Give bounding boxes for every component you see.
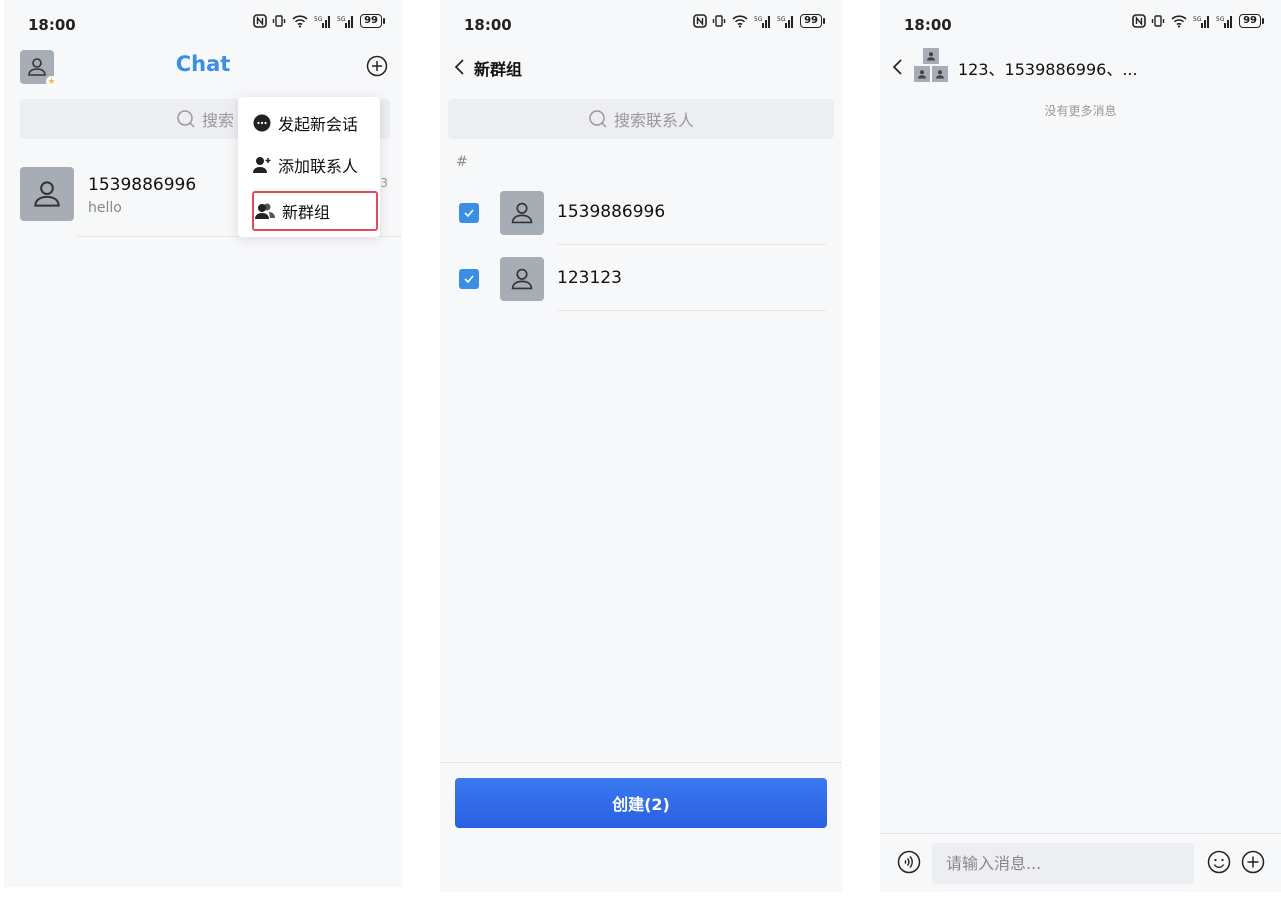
back-arrow-icon[interactable] [452, 57, 468, 77]
contact-name: 123123 [557, 268, 622, 288]
menu-item-new-chat[interactable]: 发起新会话 [238, 103, 380, 143]
system-icons: 5G 5G 99 [1132, 14, 1264, 28]
contact-row[interactable]: 123123 [440, 245, 842, 311]
chat-list-screen: 18:00 5G 5G 99 ★ Chat 搜索 1539886996 hell… [4, 0, 402, 887]
create-group-button[interactable]: 创建(2) [455, 778, 827, 828]
section-header: # [456, 154, 468, 170]
user-icon [927, 52, 935, 61]
status-bar: 18:00 5G 5G 99 [4, 0, 402, 48]
popup-menu: 发起新会话 添加联系人 新群组 [238, 97, 380, 237]
voice-icon[interactable] [897, 850, 921, 874]
svg-text:5G: 5G [777, 16, 786, 23]
svg-text:5G: 5G [1193, 16, 1202, 23]
svg-text:5G: 5G [314, 16, 323, 23]
user-icon [511, 202, 533, 224]
avatar [500, 191, 544, 235]
new-group-screen: 18:00 5G 5G 99 新群组 搜索联系人 # 1539886996 12… [440, 0, 842, 892]
app-title: Chat [175, 52, 231, 76]
signal-icon: 5G [777, 16, 794, 28]
menu-item-label: 添加联系人 [278, 157, 359, 176]
nfc-icon [253, 14, 267, 28]
member-avatar [932, 66, 948, 82]
vibrate-icon [712, 15, 726, 27]
battery-indicator: 99 [800, 14, 825, 28]
add-circle-icon[interactable] [1241, 850, 1265, 874]
conversation-name: 1539886996 [88, 175, 197, 195]
add-circle-icon[interactable] [366, 55, 388, 77]
wifi-icon [1171, 15, 1187, 28]
wifi-icon [732, 15, 748, 28]
avatar [20, 167, 74, 221]
chat-bubble-icon [253, 114, 271, 132]
chat-title: 123、1539886996、... [958, 60, 1138, 79]
status-time: 18:00 [904, 16, 952, 34]
nfc-icon [693, 14, 707, 28]
divider [557, 310, 826, 311]
vibrate-icon [272, 15, 286, 27]
signal-icon: 5G [754, 16, 771, 28]
no-more-messages: 没有更多消息 [1044, 104, 1117, 118]
menu-item-add-contact[interactable]: 添加联系人 [238, 145, 380, 185]
back-arrow-icon[interactable] [890, 57, 906, 77]
contact-name: 1539886996 [557, 202, 666, 222]
conversation-time: 3 [380, 176, 388, 190]
status-bar: 18:00 5G 5G 99 [440, 0, 842, 48]
search-icon [589, 110, 607, 128]
contact-search-bar[interactable]: 搜索联系人 [448, 99, 834, 139]
user-icon [936, 70, 944, 79]
member-avatar [923, 48, 939, 64]
check-icon [464, 209, 474, 218]
vibrate-icon [1151, 15, 1165, 27]
menu-item-new-group[interactable]: 新群组 [252, 191, 378, 231]
group-avatar [914, 48, 948, 82]
star-icon: ★ [46, 76, 57, 87]
message-input[interactable] [932, 843, 1194, 884]
svg-text:5G: 5G [1216, 16, 1225, 23]
menu-item-label: 新群组 [282, 203, 331, 222]
menu-item-label: 发起新会话 [278, 115, 359, 134]
signal-icon: 5G [337, 16, 354, 28]
user-icon [34, 181, 60, 207]
nfc-icon [1132, 14, 1146, 28]
user-icon [511, 268, 533, 290]
status-time: 18:00 [28, 16, 76, 34]
group-chat-screen: 18:00 5G 5G 99 123、1539886996、... 没有更多消息 [880, 0, 1281, 892]
message-input-bar [880, 833, 1281, 892]
svg-text:5G: 5G [337, 16, 346, 23]
conversation-last-message: hello [88, 200, 122, 216]
search-placeholder: 搜索 [201, 111, 234, 130]
divider [440, 762, 842, 763]
add-user-icon [253, 157, 271, 173]
contact-checkbox[interactable] [459, 269, 479, 289]
emoji-icon[interactable] [1207, 850, 1231, 874]
battery-indicator: 99 [1239, 14, 1264, 28]
search-icon [177, 110, 195, 128]
status-bar: 18:00 5G 5G 99 [880, 0, 1281, 48]
system-icons: 5G 5G 99 [693, 14, 825, 28]
avatar [500, 257, 544, 301]
search-placeholder: 搜索联系人 [613, 111, 694, 130]
page-title: 新群组 [474, 60, 523, 79]
member-avatar [914, 66, 930, 82]
group-icon [255, 203, 275, 219]
signal-icon: 5G [314, 16, 331, 28]
status-time: 18:00 [464, 16, 512, 34]
wifi-icon [292, 15, 308, 28]
check-icon [464, 275, 474, 284]
signal-icon: 5G [1216, 16, 1233, 28]
svg-text:5G: 5G [754, 16, 763, 23]
user-icon [918, 70, 926, 79]
battery-indicator: 99 [360, 14, 385, 28]
contact-checkbox[interactable] [459, 203, 479, 223]
system-icons: 5G 5G 99 [253, 14, 385, 28]
signal-icon: 5G [1193, 16, 1210, 28]
contact-row[interactable]: 1539886996 [440, 179, 842, 245]
